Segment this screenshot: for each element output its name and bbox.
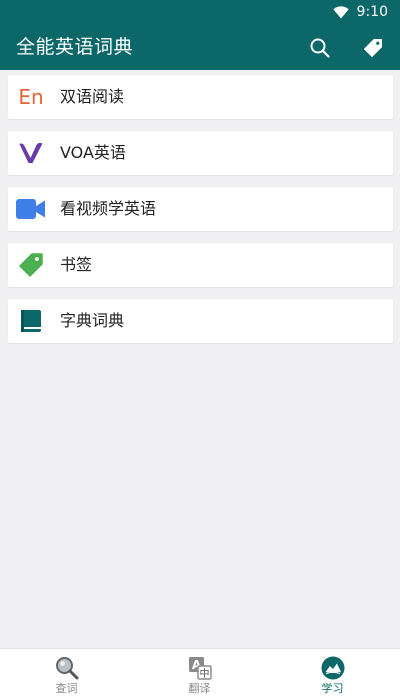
menu-item-dictionary[interactable]: 字典词典 bbox=[8, 299, 393, 343]
dictionary-book-icon bbox=[14, 299, 48, 343]
nav-label: 查词 bbox=[55, 682, 78, 695]
bookmark-button[interactable] bbox=[356, 31, 390, 65]
search-icon bbox=[310, 38, 330, 58]
search-button[interactable] bbox=[303, 31, 337, 65]
voa-logo-icon bbox=[14, 131, 48, 175]
menu-item-voa[interactable]: VOA英语 bbox=[8, 131, 393, 175]
menu-item-video-learning[interactable]: 看视频学英语 bbox=[8, 187, 393, 231]
svg-text:中: 中 bbox=[199, 667, 209, 680]
nav-label: 翻译 bbox=[188, 682, 211, 695]
nav-item-translate[interactable]: A 中 翻译 bbox=[133, 649, 266, 700]
app-bar: 全能英语词典 bbox=[0, 25, 400, 70]
translate-icon: A 中 bbox=[188, 657, 212, 680]
status-bar: 9:10 bbox=[0, 0, 400, 25]
status-time: 9:10 bbox=[356, 4, 388, 20]
wifi-icon bbox=[332, 6, 349, 19]
bottom-nav: 查词 A 中 翻译 学习 bbox=[0, 648, 400, 700]
menu-item-bilingual-reading[interactable]: En 双语阅读 bbox=[8, 75, 393, 119]
menu-item-label: VOA英语 bbox=[60, 143, 126, 162]
app-title: 全能英语词典 bbox=[16, 36, 134, 58]
nav-item-learn[interactable]: 学习 bbox=[266, 649, 399, 700]
learn-icon bbox=[321, 656, 344, 680]
nav-label: 学习 bbox=[321, 682, 344, 695]
magnifier-icon bbox=[55, 657, 78, 680]
nav-item-lookup[interactable]: 查词 bbox=[0, 649, 133, 700]
menu-item-label: 字典词典 bbox=[60, 311, 125, 330]
menu-item-label: 看视频学英语 bbox=[60, 199, 157, 218]
tag-icon bbox=[364, 39, 382, 57]
video-camera-icon bbox=[14, 187, 48, 231]
menu-item-label: 书签 bbox=[60, 255, 93, 274]
screen: 9:10 全能英语词典 En 双语阅读 VOA英语 看视频学英语 书签 字典词典… bbox=[0, 0, 400, 700]
menu-item-label: 双语阅读 bbox=[60, 87, 125, 106]
menu-item-bookmarks[interactable]: 书签 bbox=[8, 243, 393, 287]
bookmark-tag-icon bbox=[14, 243, 48, 287]
en-text-icon: En bbox=[18, 85, 44, 109]
